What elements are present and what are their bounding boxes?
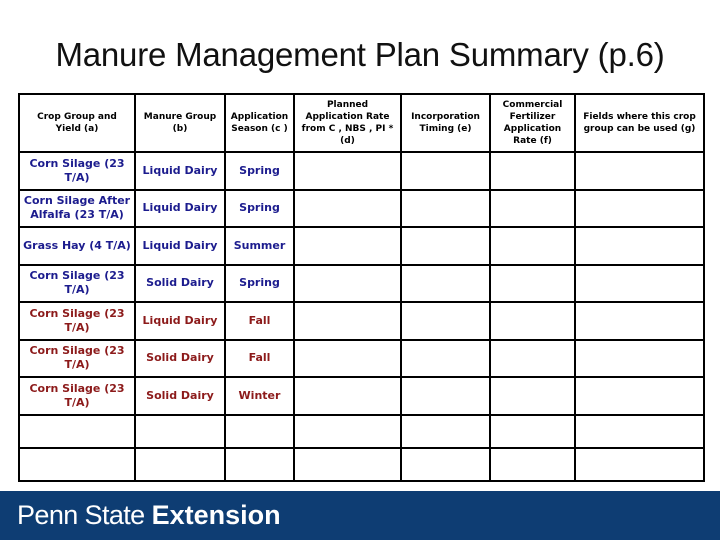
cell-manure-group bbox=[134, 413, 226, 449]
cell-commercial-fertilizer bbox=[489, 151, 576, 191]
cell-incorporation-timing bbox=[400, 226, 491, 266]
cell-planned-rate bbox=[293, 188, 402, 228]
cell-application-season bbox=[224, 413, 295, 449]
cell-incorporation-timing bbox=[400, 188, 491, 228]
cell-fields bbox=[574, 413, 705, 449]
cell-crop-group: Corn Silage (23 T/A) bbox=[18, 263, 136, 303]
cell-crop-group: Corn Silage (23 T/A) bbox=[18, 376, 136, 416]
table-row bbox=[18, 446, 705, 482]
cell-fields bbox=[574, 188, 705, 228]
cell-incorporation-timing bbox=[400, 151, 491, 191]
cell-incorporation-timing bbox=[400, 376, 491, 416]
header-commercial-fertilizer: Commercial Fertilizer Application Rate (… bbox=[489, 93, 576, 153]
cell-application-season: Fall bbox=[224, 301, 295, 341]
cell-crop-group: Corn Silage (23 T/A) bbox=[18, 151, 136, 191]
cell-application-season bbox=[224, 446, 295, 482]
table-row bbox=[18, 413, 705, 449]
cell-incorporation-timing bbox=[400, 338, 491, 378]
cell-incorporation-timing bbox=[400, 263, 491, 303]
table-row: Corn Silage (23 T/A) Solid Dairy Spring bbox=[18, 263, 705, 303]
cell-planned-rate bbox=[293, 226, 402, 266]
header-planned-rate: Planned Application Rate from C , NBS , … bbox=[293, 93, 402, 153]
brand-extension: Extension bbox=[151, 500, 281, 530]
cell-planned-rate bbox=[293, 446, 402, 482]
cell-application-season: Fall bbox=[224, 338, 295, 378]
cell-crop-group: Corn Silage After Alfalfa (23 T/A) bbox=[18, 188, 136, 228]
cell-manure-group: Liquid Dairy bbox=[134, 188, 226, 228]
cell-crop-group: Grass Hay (4 T/A) bbox=[18, 226, 136, 266]
cell-commercial-fertilizer bbox=[489, 188, 576, 228]
cell-incorporation-timing bbox=[400, 413, 491, 449]
header-crop-group: Crop Group and Yield (a) bbox=[18, 93, 136, 153]
cell-fields bbox=[574, 301, 705, 341]
footer-brand-bar: Penn State Extension bbox=[0, 491, 720, 540]
brand-penn-state: Penn State bbox=[17, 500, 145, 530]
slide-title: Manure Management Plan Summary (p.6) bbox=[55, 36, 665, 73]
cell-fields bbox=[574, 376, 705, 416]
cell-incorporation-timing bbox=[400, 446, 491, 482]
cell-commercial-fertilizer bbox=[489, 301, 576, 341]
cell-fields bbox=[574, 263, 705, 303]
cell-fields bbox=[574, 446, 705, 482]
cell-fields bbox=[574, 226, 705, 266]
cell-manure-group bbox=[134, 446, 226, 482]
cell-incorporation-timing bbox=[400, 301, 491, 341]
cell-commercial-fertilizer bbox=[489, 338, 576, 378]
cell-crop-group: Corn Silage (23 T/A) bbox=[18, 338, 136, 378]
cell-planned-rate bbox=[293, 413, 402, 449]
table-row: Grass Hay (4 T/A) Liquid Dairy Summer bbox=[18, 226, 705, 266]
table-row: Corn Silage After Alfalfa (23 T/A) Liquid… bbox=[18, 188, 705, 228]
header-manure-group: Manure Group (b) bbox=[134, 93, 226, 153]
cell-manure-group: Solid Dairy bbox=[134, 376, 226, 416]
manure-plan-table: Crop Group and Yield (a) Manure Group (b… bbox=[18, 93, 705, 482]
table-row: Corn Silage (23 T/A) Liquid Dairy Spring bbox=[18, 151, 705, 191]
table-row: Corn Silage (23 T/A) Solid Dairy Winter bbox=[18, 376, 705, 416]
cell-manure-group: Solid Dairy bbox=[134, 338, 226, 378]
cell-crop-group bbox=[18, 413, 136, 449]
header-application-season: Application Season (c ) bbox=[224, 93, 295, 153]
cell-commercial-fertilizer bbox=[489, 413, 576, 449]
cell-crop-group bbox=[18, 446, 136, 482]
cell-application-season: Spring bbox=[224, 151, 295, 191]
cell-manure-group: Solid Dairy bbox=[134, 263, 226, 303]
cell-planned-rate bbox=[293, 301, 402, 341]
header-fields: Fields where this crop group can be used… bbox=[574, 93, 705, 153]
cell-fields bbox=[574, 338, 705, 378]
cell-commercial-fertilizer bbox=[489, 226, 576, 266]
cell-manure-group: Liquid Dairy bbox=[134, 151, 226, 191]
table-row: Corn Silage (23 T/A) Liquid Dairy Fall bbox=[18, 301, 705, 341]
cell-planned-rate bbox=[293, 151, 402, 191]
cell-application-season: Spring bbox=[224, 263, 295, 303]
cell-planned-rate bbox=[293, 338, 402, 378]
cell-planned-rate bbox=[293, 263, 402, 303]
header-incorporation-timing: Incorporation Timing (e) bbox=[400, 93, 491, 153]
cell-commercial-fertilizer bbox=[489, 263, 576, 303]
cell-commercial-fertilizer bbox=[489, 446, 576, 482]
table-body: Corn Silage (23 T/A) Liquid Dairy Spring Co… bbox=[18, 151, 705, 482]
cell-planned-rate bbox=[293, 376, 402, 416]
cell-application-season: Spring bbox=[224, 188, 295, 228]
cell-application-season: Winter bbox=[224, 376, 295, 416]
header-row: Crop Group and Yield (a) Manure Group (b… bbox=[18, 93, 705, 153]
cell-application-season: Summer bbox=[224, 226, 295, 266]
table-row: Corn Silage (23 T/A) Solid Dairy Fall bbox=[18, 338, 705, 378]
cell-crop-group: Corn Silage (23 T/A) bbox=[18, 301, 136, 341]
cell-manure-group: Liquid Dairy bbox=[134, 226, 226, 266]
cell-commercial-fertilizer bbox=[489, 376, 576, 416]
cell-fields bbox=[574, 151, 705, 191]
cell-manure-group: Liquid Dairy bbox=[134, 301, 226, 341]
